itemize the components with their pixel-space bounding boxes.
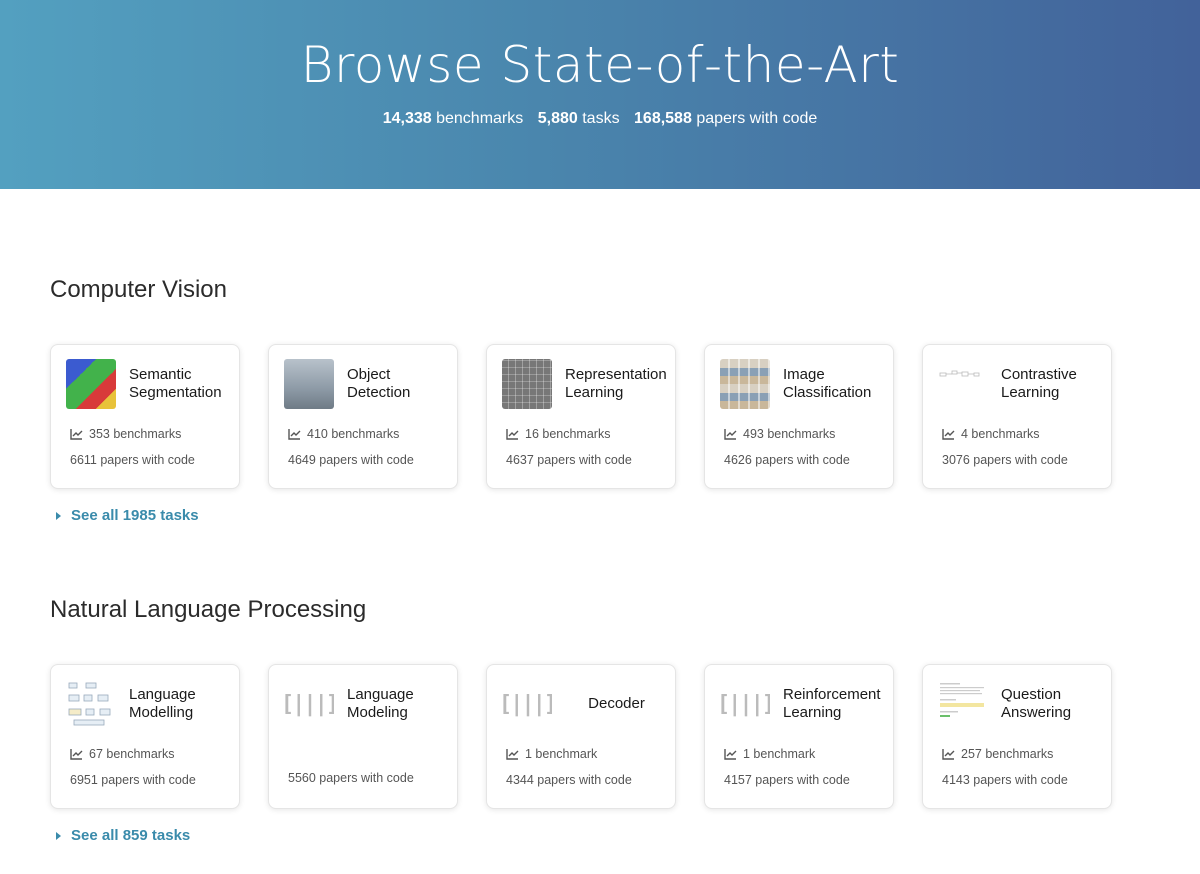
stat-benchmarks: 14,338 benchmarks	[382, 110, 524, 127]
benchmarks-count: 353 benchmarks	[70, 427, 181, 441]
benchmarks-count: 257 benchmarks	[942, 747, 1053, 761]
papers-count: 4637 papers with code	[506, 453, 632, 467]
caret-right-icon	[56, 831, 61, 840]
chart-line-icon	[942, 748, 955, 760]
section-natural-language-processing: Natural Language Processing Language Mod…	[50, 596, 1112, 844]
placeholder-barcode-icon: [|||]	[502, 691, 552, 717]
representation-thumbnail	[502, 359, 552, 409]
hero-banner: Browse State-of-the-Art 14,338 benchmark…	[0, 0, 1200, 189]
benchmarks-count: 493 benchmarks	[724, 427, 835, 441]
papers-count: 6611 papers with code	[70, 453, 195, 467]
task-card-question-answering[interactable]: Question Answering 257 benchmarks 4143 p…	[922, 664, 1112, 809]
classification-thumbnail	[720, 359, 770, 409]
task-card-language-modelling[interactable]: Language Modelling 67 benchmarks 6951 pa…	[50, 664, 240, 809]
task-title: Image Classification	[783, 366, 872, 401]
chart-line-icon	[506, 748, 519, 760]
caret-right-icon	[56, 511, 61, 520]
section-title: Natural Language Processing	[50, 596, 367, 623]
section-title: Computer Vision	[50, 276, 227, 303]
papers-count: 4157 papers with code	[724, 773, 850, 787]
task-title: Language Modelling	[129, 686, 196, 721]
task-title: Reinforcement Learning	[783, 686, 881, 721]
chart-line-icon	[288, 428, 301, 440]
benchmarks-count: 4 benchmarks	[942, 427, 1040, 441]
stat-papers: 168,588 papers with code	[634, 110, 818, 127]
chart-line-icon	[724, 748, 737, 760]
task-title: Object Detection	[347, 366, 411, 401]
task-card-object-detection[interactable]: Object Detection 410 benchmarks 4649 pap…	[268, 344, 458, 489]
papers-count: 4626 papers with code	[724, 453, 850, 467]
page-title: Browse State-of-the-Art	[300, 36, 900, 94]
task-title: Semantic Segmentation	[129, 366, 222, 401]
papers-count: 4344 papers with code	[506, 773, 632, 787]
task-card-reinforcement-learning[interactable]: [|||] Reinforcement Learning 1 benchmark…	[704, 664, 894, 809]
papers-count: 3076 papers with code	[942, 453, 1068, 467]
papers-count: 5560 papers with code	[288, 771, 414, 785]
task-title: Representation Learning	[565, 366, 667, 401]
benchmarks-count: 67 benchmarks	[70, 747, 174, 761]
task-card-image-classification[interactable]: Image Classification 493 benchmarks 4626…	[704, 344, 894, 489]
papers-count: 4649 papers with code	[288, 453, 414, 467]
papers-count: 6951 papers with code	[70, 773, 196, 787]
placeholder-barcode-icon: [|||]	[720, 691, 770, 717]
task-card-language-modeling[interactable]: [|||] Language Modeling 5560 papers with…	[268, 664, 458, 809]
task-card-semantic-segmentation[interactable]: Semantic Segmentation 353 benchmarks 661…	[50, 344, 240, 489]
task-title: Language Modeling	[347, 686, 414, 721]
chart-line-icon	[70, 748, 83, 760]
segmentation-thumbnail	[66, 359, 116, 409]
chart-line-icon	[942, 428, 955, 440]
chart-line-icon	[724, 428, 737, 440]
papers-count: 4143 papers with code	[942, 773, 1068, 787]
chart-line-icon	[70, 428, 83, 440]
detection-thumbnail	[284, 359, 334, 409]
task-title: Question Answering	[1001, 686, 1072, 721]
benchmarks-count: 1 benchmark	[506, 747, 597, 761]
language-modelling-thumbnail	[66, 679, 116, 729]
task-card-representation-learning[interactable]: Representation Learning 16 benchmarks 46…	[486, 344, 676, 489]
task-card-contrastive-learning[interactable]: Contrastive Learning 4 benchmarks 3076 p…	[922, 344, 1112, 489]
question-answering-thumbnail	[938, 679, 988, 729]
placeholder-barcode-icon: [|||]	[284, 691, 334, 717]
task-title: Decoder	[588, 695, 645, 712]
stat-tasks: 5,880 tasks	[537, 110, 620, 127]
section-computer-vision: Computer Vision Semantic Segmentation 35…	[50, 276, 1112, 524]
task-title: Contrastive Learning	[1001, 366, 1077, 401]
task-card-decoder[interactable]: [|||] Decoder 1 benchmark 4344 papers wi…	[486, 664, 676, 809]
chart-line-icon	[506, 428, 519, 440]
site-stats: 14,338 benchmarks 5,880 tasks 168,588 pa…	[0, 110, 1200, 128]
see-all-tasks-link[interactable]: See all 859 tasks	[56, 827, 1112, 844]
benchmarks-count: 410 benchmarks	[288, 427, 399, 441]
contrastive-thumbnail	[938, 359, 988, 409]
benchmarks-count: 16 benchmarks	[506, 427, 610, 441]
see-all-tasks-link[interactable]: See all 1985 tasks	[56, 507, 1112, 524]
benchmarks-count: 1 benchmark	[724, 747, 815, 761]
